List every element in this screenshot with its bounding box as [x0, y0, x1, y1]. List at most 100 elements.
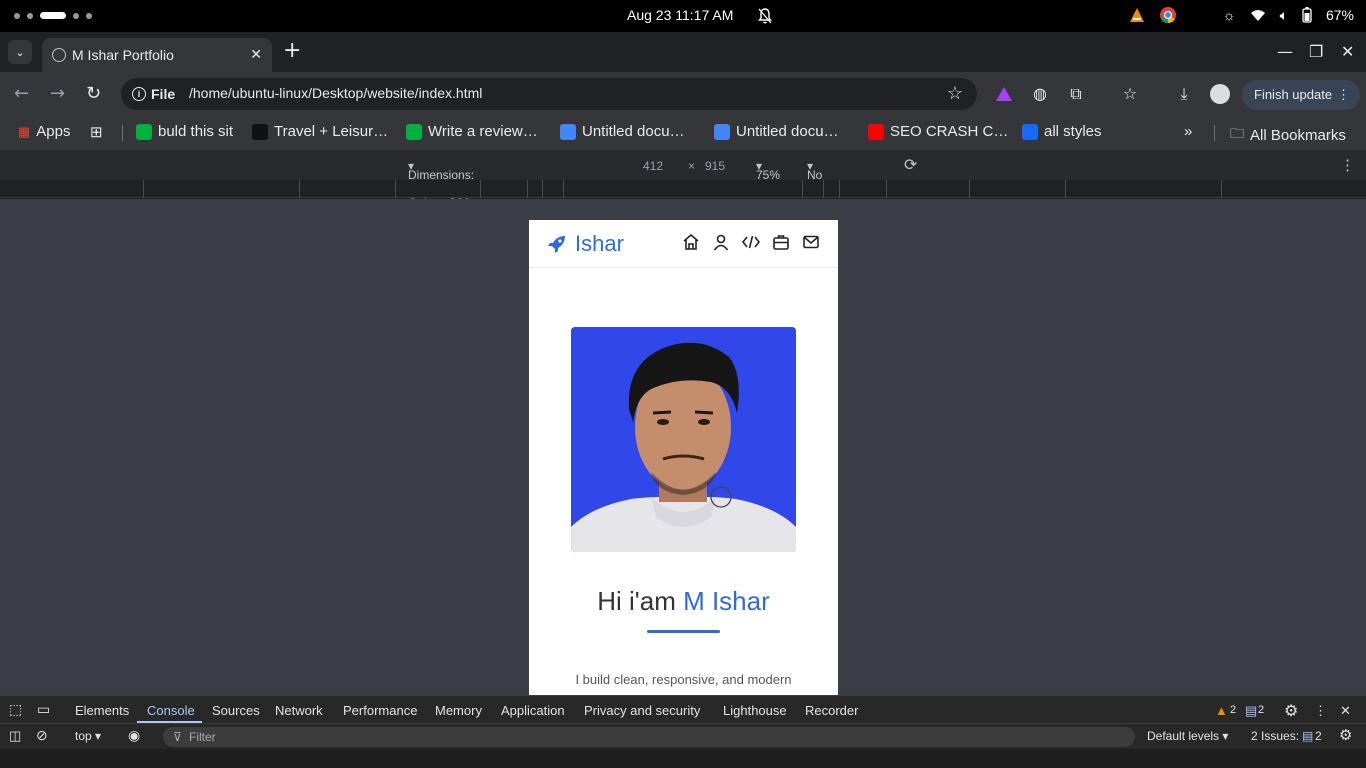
battery-icon[interactable]	[1302, 7, 1312, 23]
address-bar[interactable]: i File /home/ubuntu-linux/Desktop/website…	[121, 78, 977, 110]
rocket-icon	[548, 236, 565, 253]
globe-extension-icon[interactable]: ◍	[1030, 84, 1050, 104]
globe-icon	[52, 48, 66, 62]
tab-performance[interactable]: Performance	[343, 703, 417, 718]
tab-elements[interactable]: Elements	[75, 703, 129, 718]
sidebar-toggle-icon[interactable]: ◫	[9, 728, 21, 744]
clock[interactable]: Aug 23 11:17 AM	[627, 7, 733, 23]
tab-network[interactable]: Network	[275, 703, 323, 718]
tab-memory[interactable]: Memory	[435, 703, 482, 718]
device-emulation-toolbar: Dimensions: Samsung Galaxy S20 Ultra ▾ 4…	[0, 150, 1366, 224]
os-top-bar: Aug 23 11:17 AM ☼ 🔈︎ 67%	[0, 0, 1366, 32]
tab-search-chevron-icon[interactable]: ⌄	[8, 40, 32, 64]
devtools-more-icon[interactable]: ⋮	[1314, 703, 1327, 719]
tab-sources[interactable]: Sources	[212, 703, 260, 718]
bookmark-star-icon[interactable]: ☆	[947, 83, 963, 104]
brightness-icon[interactable]: ☼	[1223, 7, 1236, 23]
extension-triangle-icon[interactable]	[994, 84, 1014, 104]
user-icon[interactable]	[712, 233, 730, 251]
chrome-icon[interactable]	[1159, 6, 1177, 24]
console-output[interactable]	[0, 749, 1366, 768]
site-logo[interactable]: Ishar	[547, 231, 624, 257]
minimize-icon[interactable]: —	[1277, 42, 1293, 61]
workspace-indicator[interactable]	[14, 12, 92, 19]
extensions-puzzle-icon[interactable]: ⧉	[1066, 84, 1086, 104]
issues-icon[interactable]: ▤	[1302, 729, 1313, 743]
bookmarks-star-icon[interactable]: ☆	[1120, 84, 1140, 104]
tab-lighthouse[interactable]: Lighthouse	[723, 703, 787, 718]
clear-console-icon[interactable]: ⊘	[36, 727, 48, 744]
times-separator: ×	[688, 159, 696, 173]
bookmark-item[interactable]: Write a review…	[406, 123, 538, 140]
profile-photo	[571, 327, 796, 552]
hero-subtitle: I build clean, responsive, and modern	[575, 672, 792, 687]
vlc-icon[interactable]	[1129, 7, 1145, 23]
bookmark-item[interactable]: buld this sit	[136, 123, 233, 140]
device-toolbar-more-icon[interactable]: ⋮	[1340, 156, 1355, 174]
close-tab-icon[interactable]: ✕	[250, 46, 262, 63]
emulated-page: Ishar Hi i'am M Ishar I build clean, res…	[529, 220, 838, 695]
bookmark-item[interactable]: Untitled docu…	[560, 123, 685, 140]
context-select[interactable]: top ▾	[75, 729, 101, 743]
device-width-input[interactable]: 412	[643, 159, 663, 173]
zoom-select[interactable]: 75% ▾	[756, 159, 780, 182]
inspect-element-icon[interactable]: ⬚	[9, 701, 22, 718]
throttling-select[interactable]: No throttling ▾	[807, 159, 853, 196]
download-icon[interactable]: ⤓	[1174, 84, 1194, 104]
info-icon: i	[132, 87, 146, 101]
forward-arrow-icon[interactable]: →	[50, 84, 65, 104]
message-icon[interactable]: ▤	[1245, 703, 1257, 719]
maximize-icon[interactable]: ❐	[1309, 42, 1323, 61]
close-window-icon[interactable]: ✕	[1341, 42, 1354, 61]
rotate-icon[interactable]: ⟳	[904, 155, 917, 175]
url-text[interactable]: /home/ubuntu-linux/Desktop/website/index…	[189, 85, 482, 101]
apps-bookmark[interactable]: ▦ Apps	[18, 123, 71, 140]
bookmark-item[interactable]: all styles	[1022, 123, 1102, 140]
site-info-chip[interactable]: i File	[129, 83, 181, 105]
back-arrow-icon[interactable]: ←	[14, 84, 29, 104]
console-filter-input[interactable]: ⊽ Filter	[163, 727, 1135, 747]
device-height-input[interactable]: 915	[705, 159, 725, 173]
tab-privacy-security[interactable]: Privacy and security	[584, 703, 700, 718]
wifi-icon[interactable]	[1250, 8, 1266, 22]
device-toggle-icon[interactable]: ▭	[37, 701, 50, 718]
warning-count: 2	[1230, 704, 1237, 716]
live-expression-eye-icon[interactable]: ◉	[128, 727, 140, 744]
tab-application[interactable]: Application	[501, 703, 565, 718]
new-tab-plus-icon[interactable]: +	[283, 40, 301, 62]
finish-update-button[interactable]: Finish update ⋮	[1242, 80, 1360, 110]
bookmark-item[interactable]: Travel + Leisur…	[252, 123, 388, 140]
profile-avatar[interactable]	[1210, 84, 1230, 104]
briefcase-icon[interactable]	[772, 233, 790, 251]
console-settings-icon[interactable]: ⚙	[1339, 726, 1352, 744]
volume-icon[interactable]: 🔈︎	[1280, 7, 1288, 24]
issues-label[interactable]: 2 Issues:	[1251, 729, 1299, 743]
logo-text: Ishar	[575, 231, 624, 256]
home-icon[interactable]	[682, 233, 700, 251]
more-menu-icon: ⋮	[1337, 87, 1350, 102]
browser-tab[interactable]: M Ishar Portfolio ✕	[42, 38, 272, 72]
tab-console[interactable]: Console	[147, 703, 195, 718]
tab-groups-icon[interactable]: ⊞	[90, 123, 103, 141]
filter-funnel-icon: ⊽	[173, 730, 182, 744]
behance-icon	[1022, 123, 1038, 140]
log-levels-select[interactable]: Default levels ▾	[1147, 729, 1228, 743]
bookmark-item[interactable]: Untitled docu…	[714, 123, 839, 140]
media-query-ruler[interactable]	[0, 180, 1366, 198]
notification-bell-icon[interactable]	[757, 7, 773, 25]
hero-heading: Hi i'am M Ishar	[597, 586, 770, 616]
close-devtools-icon[interactable]: ✕	[1340, 703, 1351, 719]
bookmark-item[interactable]: SEO CRASH C…	[868, 123, 1008, 140]
code-icon[interactable]	[742, 233, 760, 251]
system-tray[interactable]: ☼ 🔈︎ 67%	[1129, 6, 1354, 24]
settings-gear-icon[interactable]: ⚙	[1284, 701, 1298, 721]
tab-title: M Ishar Portfolio	[72, 47, 174, 63]
tab-recorder[interactable]: Recorder	[805, 703, 858, 718]
mail-icon[interactable]	[802, 233, 820, 251]
device-dimensions-select[interactable]: Dimensions: Samsung Galaxy S20 Ultra ▾	[408, 159, 474, 224]
bookmarks-overflow-icon[interactable]: »	[1184, 123, 1192, 140]
site-navbar: Ishar	[529, 220, 838, 268]
warning-icon[interactable]: ▲	[1215, 703, 1228, 718]
all-bookmarks[interactable]: 🗀︎ All Bookmarks	[1230, 123, 1346, 147]
reload-icon[interactable]: ↻	[86, 84, 101, 104]
